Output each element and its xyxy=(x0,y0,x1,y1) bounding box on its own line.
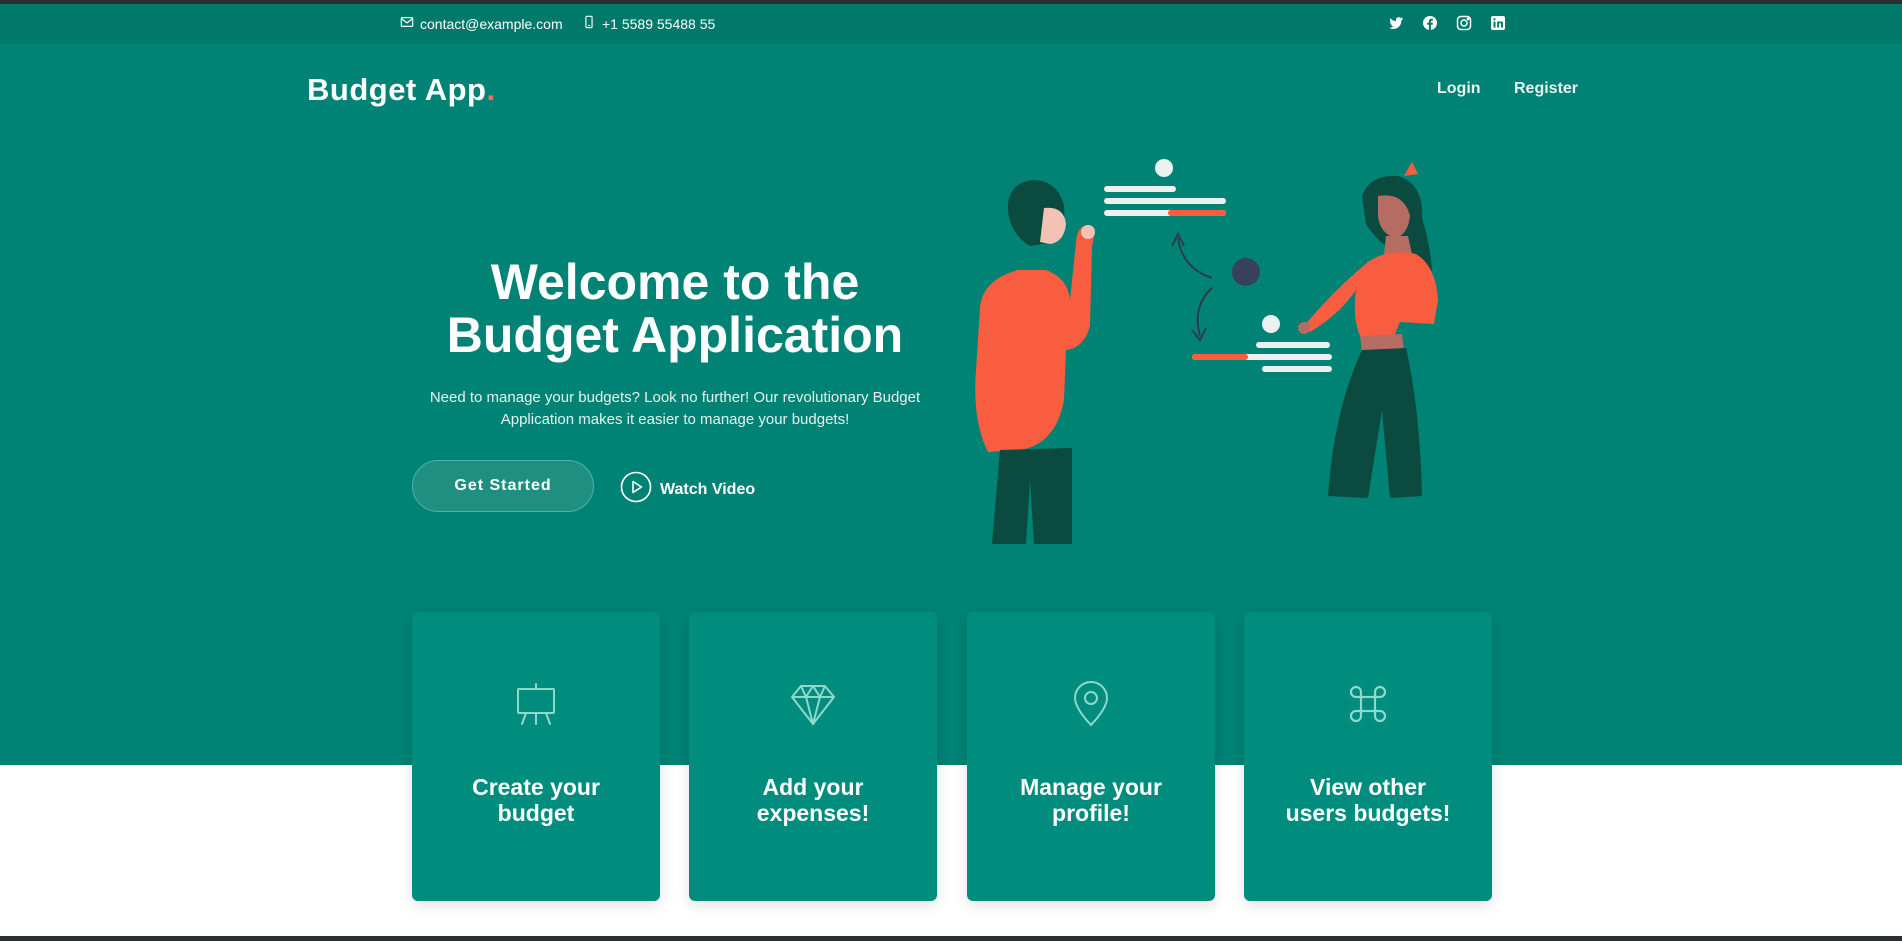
contact-email-text: contact@example.com xyxy=(420,15,563,32)
feature-title: Manage your profile! xyxy=(977,774,1205,826)
envelope-icon xyxy=(400,15,414,32)
feature-title-line-2: budget xyxy=(497,800,575,826)
hero-illustration xyxy=(975,159,1438,544)
top-bar: contact@example.com +1 5589 55488 55 xyxy=(0,4,1902,44)
hero-intro-line-2: Application makes it easier to manage yo… xyxy=(500,411,850,428)
feature-title-line-1: View other xyxy=(1310,774,1426,800)
feature-title-line-2: profile! xyxy=(1052,800,1130,826)
hero-headline: Welcome to the Budget Application xyxy=(400,256,950,362)
nav-register[interactable]: Register xyxy=(1514,80,1578,98)
feature-title: View other users budgets! xyxy=(1254,774,1482,826)
brand-name: Budget App xyxy=(307,72,487,107)
hero-intro-line-1: Need to manage your budgets? Look no fur… xyxy=(429,389,921,406)
watch-video-label: Watch Video xyxy=(660,480,756,498)
window-frame-bottom xyxy=(0,936,1902,941)
feature-title: Add your expenses! xyxy=(699,774,927,826)
feature-card-manage-profile[interactable]: Manage your profile! xyxy=(967,612,1215,901)
get-started-button[interactable]: Get Started xyxy=(412,460,594,512)
facebook-icon[interactable] xyxy=(1422,15,1438,31)
social-links xyxy=(1388,15,1506,31)
feature-card-add-expenses[interactable]: Add your expenses! xyxy=(689,612,937,901)
command-icon xyxy=(1344,680,1392,728)
hero-headline-line-1: Welcome to the xyxy=(490,254,860,310)
contact-email[interactable]: contact@example.com xyxy=(400,15,563,32)
feature-title-line-2: expenses! xyxy=(756,800,870,826)
hero-section: Budget App. Login Register Welcome to th… xyxy=(0,44,1902,765)
feature-card-create-budget[interactable]: Create your budget xyxy=(412,612,660,901)
play-circle-icon xyxy=(620,471,652,508)
feature-title-line-1: Add your xyxy=(762,774,864,800)
hero-intro: Need to manage your budgets? Look no fur… xyxy=(410,387,940,431)
contact-phone[interactable]: +1 5589 55488 55 xyxy=(582,15,715,32)
contact-phone-text: +1 5589 55488 55 xyxy=(602,15,716,32)
brand-dot: . xyxy=(486,72,496,107)
phone-icon xyxy=(582,15,596,32)
feature-title-line-2: users budgets! xyxy=(1285,800,1451,826)
twitter-icon[interactable] xyxy=(1388,15,1404,31)
gem-icon xyxy=(789,680,837,728)
map-pin-icon xyxy=(1067,680,1115,728)
feature-card-view-users-budgets[interactable]: View other users budgets! xyxy=(1244,612,1492,901)
brand-logo[interactable]: Budget App. xyxy=(307,72,496,108)
nav-login[interactable]: Login xyxy=(1437,80,1481,98)
feature-title: Create your budget xyxy=(422,774,650,826)
easel-icon xyxy=(512,680,560,728)
feature-title-line-1: Create your xyxy=(472,774,600,800)
instagram-icon[interactable] xyxy=(1456,15,1472,31)
feature-title-line-1: Manage your xyxy=(1020,774,1162,800)
linkedin-icon[interactable] xyxy=(1490,15,1506,31)
watch-video-button[interactable]: Watch Video xyxy=(620,471,755,508)
hero-headline-line-2: Budget Application xyxy=(446,307,904,363)
